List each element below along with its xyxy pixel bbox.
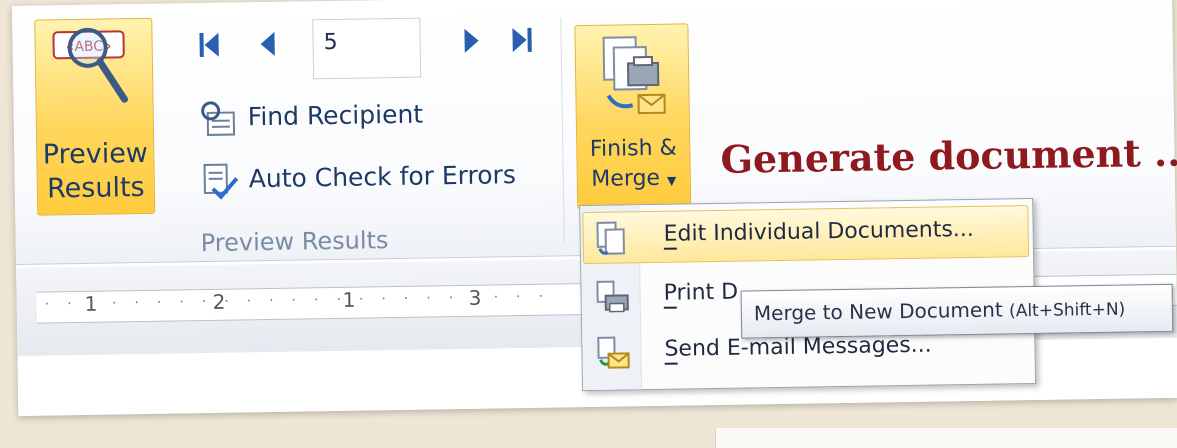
merge-to-new-document-tooltip: Merge to New Document (Alt+Shift+N) xyxy=(741,284,1174,339)
edit-documents-icon xyxy=(593,220,630,257)
last-record-icon[interactable] xyxy=(504,24,536,56)
auto-check-errors-label: Auto Check for Errors xyxy=(249,160,517,193)
accelerator-underline xyxy=(664,248,677,250)
record-number-value: 5 xyxy=(323,30,337,55)
background-paper xyxy=(715,428,1177,448)
finish-merge-button[interactable]: Finish & Merge ▼ xyxy=(574,23,691,209)
record-number-field[interactable]: 5 xyxy=(312,18,421,80)
slide-headline: Generate document ... xyxy=(720,129,1177,181)
find-recipient-button[interactable]: Find Recipient xyxy=(197,94,498,139)
menu-item-label: Print D xyxy=(663,280,738,306)
first-record-icon[interactable] xyxy=(194,29,226,61)
preview-results-label-line1: Preview xyxy=(37,139,153,171)
accelerator-underline xyxy=(665,363,678,365)
address-book-icon xyxy=(197,98,238,139)
find-recipient-label: Find Recipient xyxy=(248,100,424,132)
email-messages-icon xyxy=(594,335,631,372)
accelerator-underline xyxy=(664,307,677,309)
preview-results-button[interactable]: «ABC» Preview Results xyxy=(34,18,155,216)
finish-merge-label-line2: Merge ▼ xyxy=(578,164,690,196)
tooltip-shortcut: (Alt+Shift+N) xyxy=(1009,300,1125,322)
word-window-screenshot: «ABC» Preview Results 5 xyxy=(12,0,1177,416)
print-documents-icon xyxy=(593,279,630,316)
menu-item-edit-individual-documents[interactable]: Edit Individual Documents... xyxy=(582,205,1029,264)
finish-merge-label-line2-text: Merge xyxy=(591,166,660,192)
tooltip-text: Merge to New Document xyxy=(754,297,1003,325)
finish-merge-label-line1: Finish & xyxy=(577,134,689,164)
preview-results-label-line2: Results xyxy=(38,173,154,205)
previous-record-icon[interactable] xyxy=(252,28,284,60)
menu-item-label: Edit Individual Documents... xyxy=(663,217,974,247)
chevron-down-icon: ▼ xyxy=(667,174,676,188)
ruler-tick-dots: ······················· xyxy=(45,288,562,312)
preview-results-group-label: Preview Results xyxy=(201,226,389,257)
next-record-icon[interactable] xyxy=(454,25,486,57)
check-document-icon xyxy=(198,160,239,201)
group-separator xyxy=(560,17,565,243)
abc-magnifier-icon: «ABC» xyxy=(51,25,138,112)
auto-check-errors-button[interactable]: Auto Check for Errors xyxy=(198,155,569,201)
merge-documents-icon xyxy=(598,33,669,124)
